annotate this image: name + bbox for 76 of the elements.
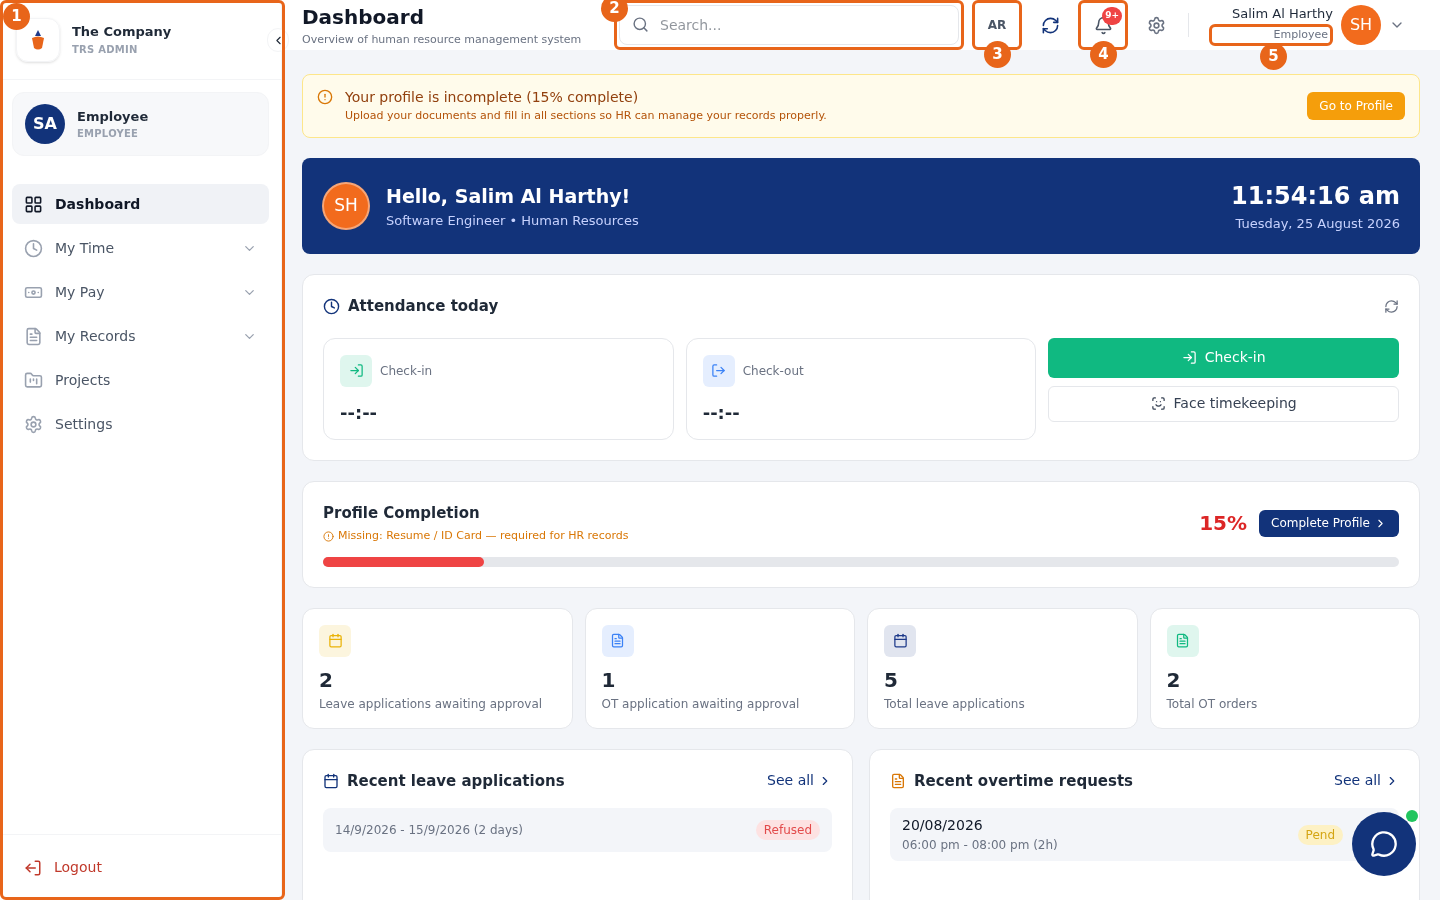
card-title: Recent overtime requests — [914, 770, 1135, 792]
nav-icon — [24, 370, 43, 390]
current-time: 11:54:16 am — [1231, 181, 1400, 213]
refresh-icon[interactable] — [1384, 298, 1399, 314]
header-user-role: Employee — [1273, 26, 1328, 43]
see-all-link[interactable]: See all — [1334, 770, 1399, 792]
document-icon — [890, 772, 906, 789]
attendance-label: Check-out — [742, 362, 804, 380]
company-subtitle: TRS ADMIN — [72, 42, 139, 57]
stat-value: 1 — [601, 666, 617, 694]
stat-value: 5 — [884, 666, 899, 694]
attendance-value: --:-- — [340, 400, 379, 425]
attendance-title: Attendance today — [348, 296, 500, 317]
nav-icon — [24, 326, 43, 346]
page-title: Dashboard — [302, 3, 425, 31]
status-label: Refused — [755, 820, 820, 840]
nav-icon — [24, 238, 43, 258]
company-name: The Company — [72, 23, 172, 42]
logo-icon — [30, 28, 46, 51]
completion-percent: 15% — [1199, 510, 1248, 537]
complete-profile-button[interactable]: Complete Profile — [1259, 509, 1399, 537]
card-title: Recent leave applications — [347, 770, 566, 792]
search-icon — [632, 16, 649, 33]
overtime-time: 06:00 pm - 08:00 pm (2h) — [902, 837, 1059, 854]
attendance-label: Check-in — [380, 362, 433, 380]
sidebar-item[interactable]: My Time — [12, 228, 269, 268]
annotation-badge: 2 — [601, 0, 628, 22]
current-date: Tuesday, 25 August 2026 — [1235, 215, 1400, 234]
settings-icon — [1146, 15, 1166, 35]
search-field[interactable]: Search... — [619, 5, 959, 45]
list-row[interactable]: 14/9/2026 - 15/9/2026 (2 days) Refused — [323, 808, 832, 852]
leave-dates: 14/9/2026 - 15/9/2026 (2 days) — [335, 822, 524, 839]
stat-label: Total leave applications — [884, 695, 1026, 713]
greeting-subtitle: Software Engineer • Human Resources — [386, 211, 640, 230]
list-row[interactable]: 20/08/2026 06:00 pm - 08:00 pm (2h) Pend — [890, 808, 1399, 861]
greeting-avatar: SH — [322, 182, 370, 230]
status-label: Pend — [1297, 824, 1343, 845]
header-user-name: Salim Al Harthy — [1232, 5, 1333, 23]
notification-count: 9+ — [1102, 7, 1122, 25]
stat-label: Total OT orders — [1166, 695, 1259, 713]
alert-text: Upload your documents and fill in all sections so HR can manage your records properly. — [345, 108, 828, 125]
nav-icon — [24, 414, 43, 434]
calendar-icon — [323, 772, 339, 789]
face-timekeeping-button[interactable]: Face timekeeping — [1048, 385, 1399, 422]
stat-label: Leave applications awaiting approval — [319, 695, 544, 713]
user-avatar: SA — [25, 104, 65, 144]
sidebar-item[interactable]: My Records — [12, 316, 269, 356]
overtime-date: 20/08/2026 — [902, 816, 984, 835]
sidebar-item[interactable]: Settings — [12, 404, 269, 444]
face-scan-icon — [1150, 396, 1166, 411]
stat-label: OT application awaiting approval — [601, 695, 801, 713]
logout-link[interactable]: Logout — [24, 857, 102, 878]
annotation-badge: 3 — [984, 41, 1011, 68]
user-role: EMPLOYEE — [77, 127, 140, 142]
nav-icon — [24, 194, 43, 214]
refresh-icon — [1040, 15, 1060, 35]
warning-icon — [317, 89, 333, 105]
alert-title: Your profile is incomplete (15% complete) — [345, 88, 640, 108]
sidebar-item[interactable]: Dashboard — [12, 184, 269, 224]
sidebar-item[interactable]: Projects — [12, 360, 269, 400]
attendance-value: --:-- — [702, 400, 741, 425]
greeting-title: Hello, Salim Al Harthy! — [386, 184, 632, 209]
login-icon — [1181, 350, 1197, 365]
annotation-badge: 4 — [1090, 41, 1117, 68]
page-subtitle: Overview of human resource management system — [302, 31, 583, 48]
user-name: Employee — [77, 107, 149, 126]
missing-documents-note: Missing: Resume / ID Card — required for HR records — [338, 528, 629, 544]
stat-value: 2 — [319, 666, 334, 694]
logout-icon — [24, 858, 42, 877]
chat-icon — [1370, 830, 1398, 858]
profile-completion-title: Profile Completion — [323, 502, 481, 524]
see-all-link[interactable]: See all — [767, 770, 832, 792]
clock-icon — [323, 297, 340, 315]
sidebar-item[interactable]: My Pay — [12, 272, 269, 312]
info-icon — [323, 530, 334, 542]
stat-value: 2 — [1166, 666, 1182, 694]
